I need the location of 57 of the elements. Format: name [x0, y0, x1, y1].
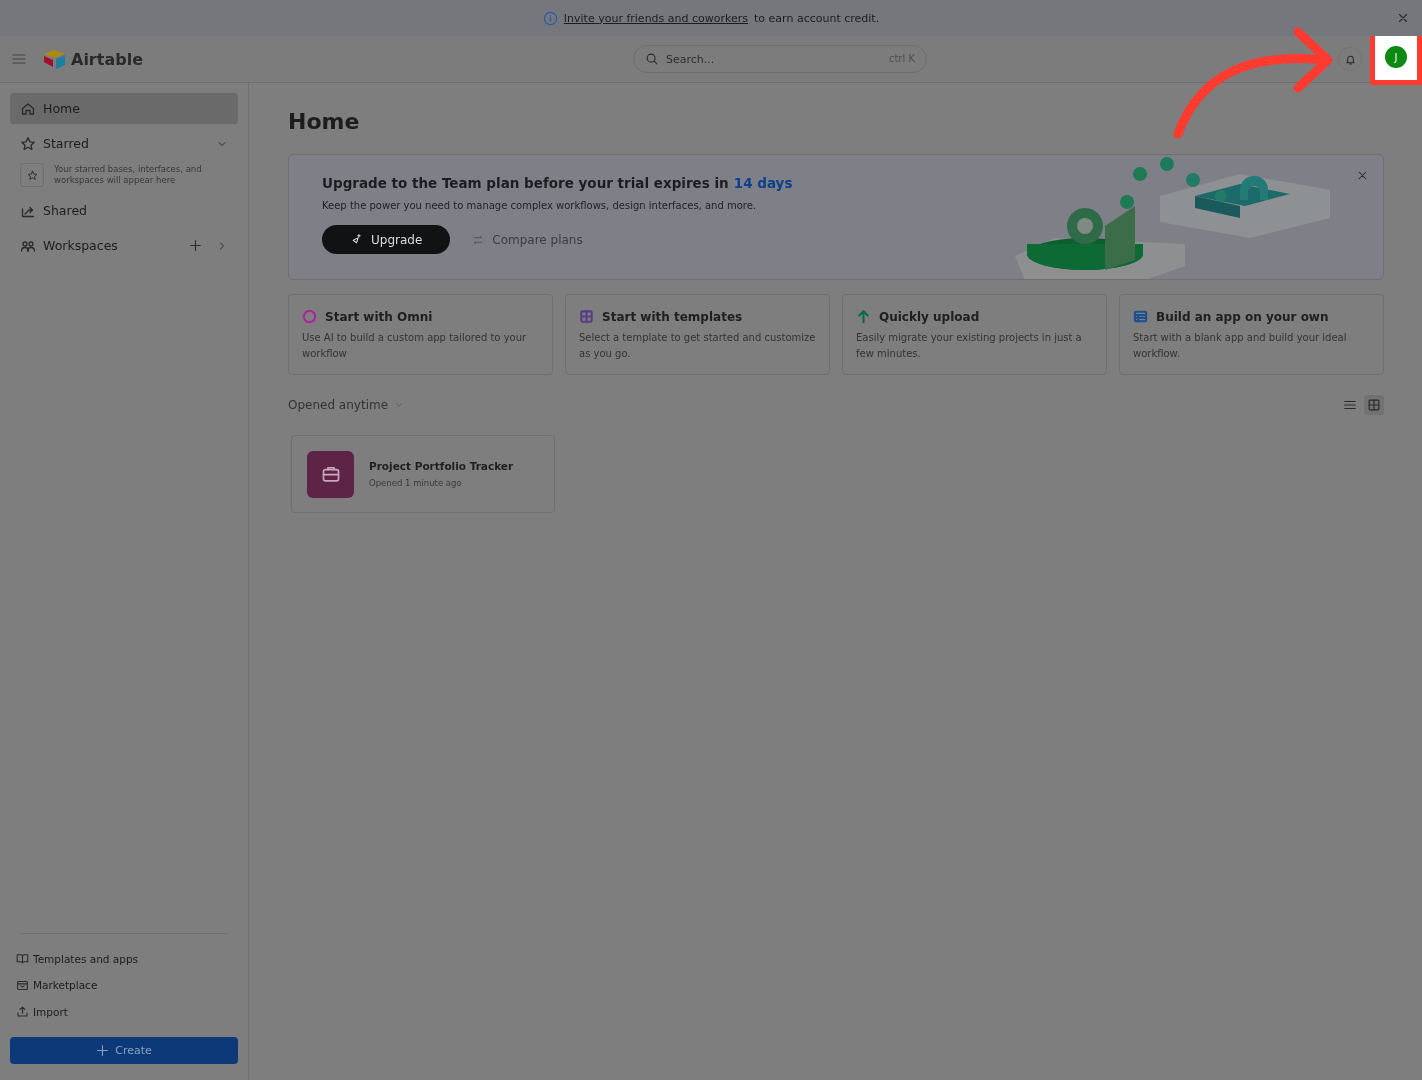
card-description: Use AI to build a custom app tailored to your workflow — [302, 331, 528, 361]
star-icon — [20, 135, 36, 152]
sidebar-link[interactable]: Import — [16, 998, 228, 1025]
chevron-icon — [394, 400, 405, 410]
close-button[interactable] — [1356, 169, 1369, 182]
create-button[interactable]: Create — [10, 1037, 238, 1064]
book-icon — [16, 952, 29, 966]
briefcase-icon — [320, 464, 341, 484]
trial-days: 14 days — [733, 175, 793, 191]
close-icon — [1396, 11, 1410, 25]
logo-text[interactable]: Airtable — [71, 49, 143, 69]
logo-icon — [43, 49, 67, 69]
menu-button[interactable] — [11, 51, 27, 67]
start-card[interactable]: Quickly upload Easily migrate your existing projects in just a few minutes. — [842, 294, 1107, 375]
close-icon — [1356, 169, 1369, 182]
sidebar-item[interactable]: Home — [10, 93, 238, 124]
list-icon — [1343, 398, 1357, 412]
grid-view-button[interactable] — [1364, 395, 1384, 415]
sidebar-item[interactable]: Shared — [10, 195, 238, 226]
sidebar-item[interactable]: Starred — [10, 128, 238, 159]
banner-text: to earn account credit. — [754, 11, 880, 25]
star-icon — [26, 169, 38, 181]
close-button[interactable] — [1396, 11, 1410, 25]
storefront-icon — [16, 978, 29, 992]
sidebar-item[interactable]: Workspaces — [10, 230, 238, 261]
card-description: Easily migrate your existing projects in just a few minutes. — [856, 331, 1083, 361]
card-title: Start with templates — [602, 309, 743, 324]
base-card[interactable]: Project Portfolio Tracker Opened 1 minute ago — [291, 435, 555, 513]
card-description: Start with a blank app and build your ideal workflow. — [1133, 331, 1348, 361]
plus-icon — [96, 1044, 110, 1057]
search-icon — [645, 52, 659, 66]
info-icon — [542, 10, 558, 26]
last-opened: Opened 1 minute ago — [369, 478, 463, 488]
sidebar-link[interactable]: Marketplace — [16, 972, 228, 999]
base-name: Project Portfolio Tracker — [369, 460, 514, 472]
upload-icon — [16, 1005, 29, 1019]
grid-icon — [1367, 398, 1381, 412]
starred-hint: Your starred bases, interfaces, and workspaces will appear here — [54, 164, 203, 186]
menu-icon — [11, 51, 27, 67]
invite-link[interactable]: Invite your friends and coworkers — [563, 11, 749, 25]
card-title: Start with Omni — [325, 309, 433, 324]
start-card[interactable]: Start with Omni Use AI to build a custom app tailored to your workflow — [288, 294, 553, 375]
avatar[interactable]: J — [1385, 46, 1407, 68]
card-title: Quickly upload — [879, 309, 980, 324]
start-card[interactable]: Start with templates Select a template to get started and customize as you go. — [565, 294, 830, 375]
swap-icon — [472, 233, 485, 246]
promo-text: Keep the power you need to manage complex workflows, design interfaces, and more. — [322, 200, 758, 211]
card-title: Build an app on your own — [1156, 309, 1329, 324]
card-description: Select a template to get started and customize as you go. — [579, 331, 816, 361]
sort-dropdown[interactable]: Opened anytime — [288, 398, 405, 412]
sidebar-link[interactable]: Templates and apps — [16, 945, 228, 972]
start-card[interactable]: Build an app on your own Start with a blank app and build your ideal workflow. — [1119, 294, 1384, 375]
compare-plans-button[interactable]: Compare plans — [472, 232, 583, 247]
page-title: Home — [288, 109, 361, 134]
promo-heading: Upgrade to the Team plan before your trial expires in — [322, 175, 729, 191]
upgrade-button[interactable]: Upgrade — [322, 225, 451, 254]
plus-icon[interactable] — [189, 239, 202, 252]
